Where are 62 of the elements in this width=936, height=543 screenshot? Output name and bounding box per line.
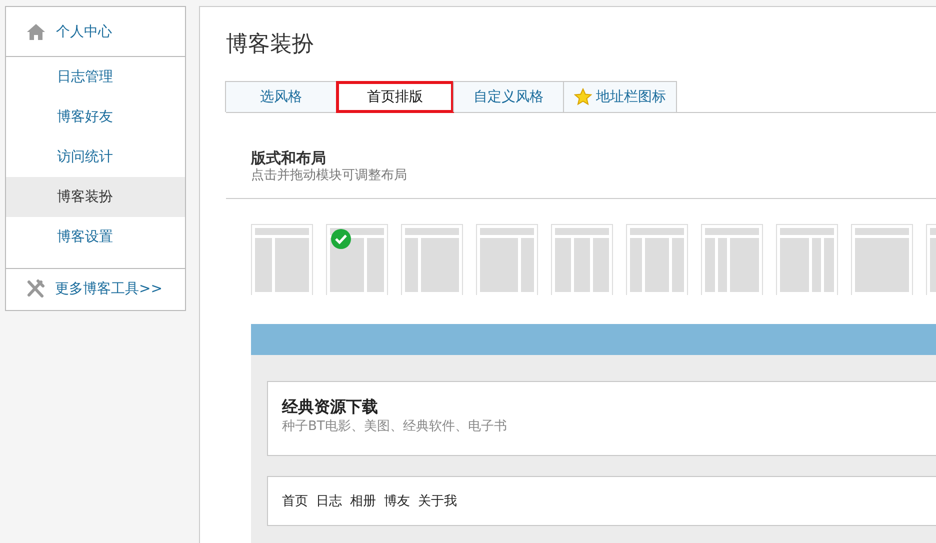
header-block [255,228,309,235]
column-block [367,238,384,292]
page-title: 博客装扮 [225,31,315,59]
header-block [855,228,909,235]
layout-thumbnail[interactable] [476,224,538,295]
nav-link[interactable]: 首页 [282,492,308,510]
column-block [574,238,590,292]
column-block [275,238,309,292]
header-block [780,228,834,235]
column-block [593,238,609,292]
personal-center-link[interactable]: 个人中心 [56,22,112,40]
blog-name: 经典资源下载 [282,396,379,418]
section-title: 版式和布局 [251,149,327,168]
column-block [420,238,459,292]
column-block [705,238,715,292]
layout-thumbnail[interactable] [401,224,463,295]
sidebar-item[interactable]: 博客好友 [6,97,185,137]
header-block [555,228,609,235]
star-icon [574,88,592,106]
sidebar-item[interactable]: 日志管理 [6,57,185,97]
header-block [480,228,534,235]
layout-thumbnail[interactable] [326,224,388,295]
layout-thumbnail[interactable] [551,224,613,295]
sidebar-item[interactable]: 博客设置 [6,217,185,257]
nav-link[interactable]: 博友 [384,492,410,510]
tools-icon [25,279,45,299]
column-block [555,238,571,292]
layout-thumbnail[interactable] [776,224,838,295]
column-block [824,238,834,292]
tab[interactable]: 首页排版 [336,81,454,113]
layout-thumbnail[interactable] [851,224,913,295]
sidebar-item[interactable]: 访问统计 [6,137,185,177]
column-block [630,238,642,292]
column-block [405,238,418,292]
column-block [645,238,669,292]
column-block [255,238,272,292]
column-block [672,238,684,292]
column-block [855,238,909,292]
nav-link[interactable]: 日志 [316,492,342,510]
tab[interactable]: 地址栏图标 [563,81,677,112]
section-hint: 点击并拖动模块可调整布局 [251,168,408,184]
column-block [521,238,534,292]
nav-link[interactable]: 关于我 [418,492,457,510]
header-block [705,228,759,235]
check-icon [331,229,351,249]
layout-thumbnail[interactable] [251,224,313,295]
blog-description: 种子BT电影、美图、经典软件、电子书 [282,418,508,436]
more-tools-link[interactable]: 更多博客工具>> [55,280,162,298]
column-block [812,238,822,292]
header-block [405,228,459,235]
header-block [630,228,684,235]
nav-link[interactable]: 相册 [350,492,376,510]
layout-thumbnail[interactable] [626,224,688,295]
sidebar-item[interactable]: 博客装扮 [6,177,185,217]
tab[interactable]: 自定义风格 [453,81,564,112]
column-block [718,238,728,292]
column-block [480,238,518,292]
column-block [730,238,759,292]
column-block [780,238,809,292]
layout-thumbnail[interactable] [701,224,763,295]
home-icon [26,22,46,40]
tab[interactable]: 选风格 [225,81,337,112]
